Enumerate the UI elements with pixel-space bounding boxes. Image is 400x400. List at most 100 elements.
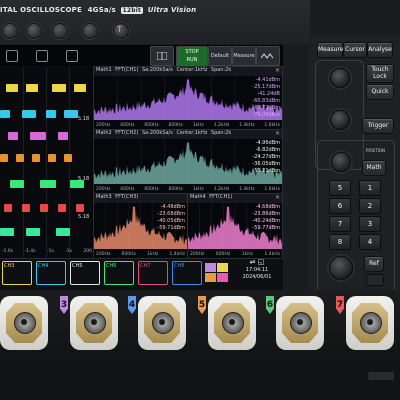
close-icon[interactable]: ✕ bbox=[275, 130, 280, 137]
panel-source: FFT(CH1) bbox=[115, 67, 139, 73]
offset-knob[interactable] bbox=[329, 256, 353, 280]
channel-8-button[interactable]: 8 bbox=[329, 234, 351, 250]
fft-header: Math4 FFT(CH1) bbox=[188, 194, 282, 203]
multipurpose-knob-c[interactable] bbox=[52, 23, 68, 39]
channel-chip-label: CH4 bbox=[38, 263, 49, 269]
bnc-input-connector[interactable] bbox=[346, 296, 394, 350]
close-icon[interactable]: ✕ bbox=[275, 67, 280, 74]
bnc-pin bbox=[297, 319, 303, 325]
channel-chip-ch5[interactable]: CH5 bbox=[70, 261, 100, 285]
quick-button[interactable]: Quick bbox=[366, 84, 394, 100]
position-label: POSITION bbox=[366, 148, 386, 153]
fft-panel-math4[interactable]: Math4 FFT(CH1) ✕ -4.68dBm -23.86dBm -40.24… bbox=[187, 193, 283, 259]
aux-button[interactable] bbox=[366, 274, 384, 286]
panel-title: Math1 bbox=[96, 67, 112, 73]
waveform-area: 5.18 5.18 5.18 -1.6s -1.4s -1s -1s 200 bbox=[0, 66, 92, 258]
bnc-input-connector[interactable] bbox=[0, 296, 48, 350]
bnc-input-connector[interactable] bbox=[276, 296, 324, 350]
bnc-input-connector[interactable] bbox=[208, 296, 256, 350]
color-blocks bbox=[205, 263, 229, 283]
indicator-icon-1 bbox=[6, 50, 18, 62]
fft-readouts: -4.48dBm -23.68dBm -40.05dBm -59.71dBm bbox=[157, 204, 185, 231]
channel-chip-label: CH5 bbox=[72, 263, 83, 269]
toolbar-left-button[interactable] bbox=[150, 46, 174, 66]
measure-toolbar-button[interactable]: Measure bbox=[232, 46, 256, 66]
trace-ch9 bbox=[0, 226, 92, 238]
cursor-label: Cursor bbox=[345, 46, 365, 53]
fft-readouts: -4.41dBm -25.17dBm -41.24dB -60.83dBm -68.7… bbox=[252, 77, 280, 118]
trigger-button[interactable]: Trigger bbox=[362, 118, 394, 134]
run-label: RUN bbox=[186, 57, 198, 63]
wave-time-axis: -1.6s -1.4s -1s -1s 200 bbox=[2, 249, 92, 254]
clock-date: 2024/06/01 bbox=[242, 274, 272, 280]
multipurpose-knob-b[interactable] bbox=[26, 23, 42, 39]
measure-button[interactable]: Measure bbox=[317, 42, 344, 58]
time-tick: -1s bbox=[46, 249, 54, 254]
channel-indicators bbox=[6, 50, 106, 62]
cursor-button[interactable]: Cursor bbox=[343, 42, 367, 58]
channel-chip-ch4[interactable]: CH4 bbox=[36, 261, 66, 285]
bnc-pin bbox=[91, 319, 97, 325]
position-knob[interactable] bbox=[331, 152, 351, 172]
channel-3-button[interactable]: 3 bbox=[359, 216, 381, 232]
channel-chip-ch8[interactable]: CH8 bbox=[172, 261, 202, 285]
bnc-pin bbox=[229, 319, 235, 325]
channel-chip-ch3[interactable]: CH3 bbox=[2, 261, 32, 285]
channel-chip-ch6[interactable]: CH6 bbox=[104, 261, 134, 285]
channel-chip-label: CH6 bbox=[106, 263, 117, 269]
scale-knob[interactable] bbox=[330, 110, 350, 130]
math-button[interactable]: Math bbox=[362, 160, 386, 176]
trigger-level-knob[interactable]: T bbox=[113, 23, 129, 39]
analyse-button[interactable]: Analyse bbox=[367, 42, 393, 58]
default-button[interactable]: Default bbox=[208, 46, 232, 66]
bits-badge: 12bit bbox=[120, 7, 144, 14]
intensity-knob[interactable] bbox=[330, 68, 350, 88]
channel-chip-label: CH7 bbox=[140, 263, 151, 269]
color-swatch bbox=[205, 273, 216, 282]
fft-header: Math1 FFT(CH1) Sa:200kSa/s Center:1kHz S… bbox=[94, 67, 282, 76]
touch-lock-button[interactable]: Touch Lock bbox=[366, 64, 394, 83]
grid-icon bbox=[156, 51, 168, 61]
channel-6-button[interactable]: 6 bbox=[329, 198, 351, 214]
ref-button[interactable]: Ref bbox=[364, 256, 384, 272]
trace-ch6 bbox=[0, 152, 92, 164]
channel-5-button[interactable]: 5 bbox=[329, 180, 351, 196]
multipurpose-knob-d[interactable] bbox=[82, 23, 98, 39]
screen-toolbar: STOP RUN Default Measure bbox=[150, 46, 280, 67]
fft-panel-math1[interactable]: Math1 FFT(CH1) Sa:200kSa/s Center:1kHz S… bbox=[93, 66, 283, 130]
channel-1-button[interactable]: 1 bbox=[359, 180, 381, 196]
fft-freq-axis: 200Hz 400Hz 600Hz 800Hz 1kHz 1.2kHz 1.4kHz 1.6… bbox=[96, 123, 280, 128]
time-tick: -1.6s bbox=[2, 249, 14, 254]
fft-freq-axis: 200Hz 600Hz 1kHz 1.4kHz bbox=[190, 252, 280, 257]
wave-icon bbox=[260, 53, 274, 59]
panel-center: Center:1kHz bbox=[176, 67, 208, 73]
fft-readouts: -4.96dBm -6.82dBm -24.27dBm -36.05dBm -55.2… bbox=[252, 140, 280, 174]
color-swatch bbox=[217, 263, 228, 272]
time-tick: 200 bbox=[83, 249, 92, 254]
wave-value-2: 5.18 bbox=[78, 176, 90, 182]
time-tick: -1.4s bbox=[24, 249, 36, 254]
sample-rate: 4GSa/s bbox=[87, 6, 116, 14]
channel-2-button[interactable]: 2 bbox=[359, 198, 381, 214]
channel-chip-label: CH3 bbox=[4, 263, 15, 269]
channel-4-button[interactable]: 4 bbox=[359, 234, 381, 250]
bnc-input-connector[interactable] bbox=[138, 296, 186, 350]
channel-chip-ch7[interactable]: CH7 bbox=[138, 261, 168, 285]
stop-run-button[interactable]: STOP RUN bbox=[176, 46, 208, 67]
stop-label: STOP bbox=[185, 49, 199, 55]
channel-7-button[interactable]: 7 bbox=[329, 216, 351, 232]
usb-port[interactable] bbox=[368, 372, 394, 380]
indicator-icon-2 bbox=[36, 50, 48, 62]
wave-value-1: 5.18 bbox=[78, 116, 90, 122]
clock-time: 17:04:11 bbox=[245, 267, 269, 273]
analyse-label: Analyse bbox=[368, 46, 392, 53]
bnc-input-connector[interactable] bbox=[70, 296, 118, 350]
touch-lock-label: Touch Lock bbox=[371, 66, 389, 80]
close-icon[interactable]: ✕ bbox=[275, 194, 280, 201]
fft-panel-math2[interactable]: Math2 FFT(CH2) Sa:200kSa/s Center:1kHz S… bbox=[93, 129, 283, 194]
usb-icon: ⇌ ◱ bbox=[249, 258, 265, 266]
trace-ch5 bbox=[0, 130, 92, 142]
fft-panel-math3[interactable]: Math3 FFT(CH3) -4.48dBm -23.68dBm -40.05dB… bbox=[93, 193, 188, 259]
wave-toolbar-button[interactable] bbox=[256, 46, 280, 66]
multipurpose-knob-a[interactable] bbox=[2, 23, 18, 39]
